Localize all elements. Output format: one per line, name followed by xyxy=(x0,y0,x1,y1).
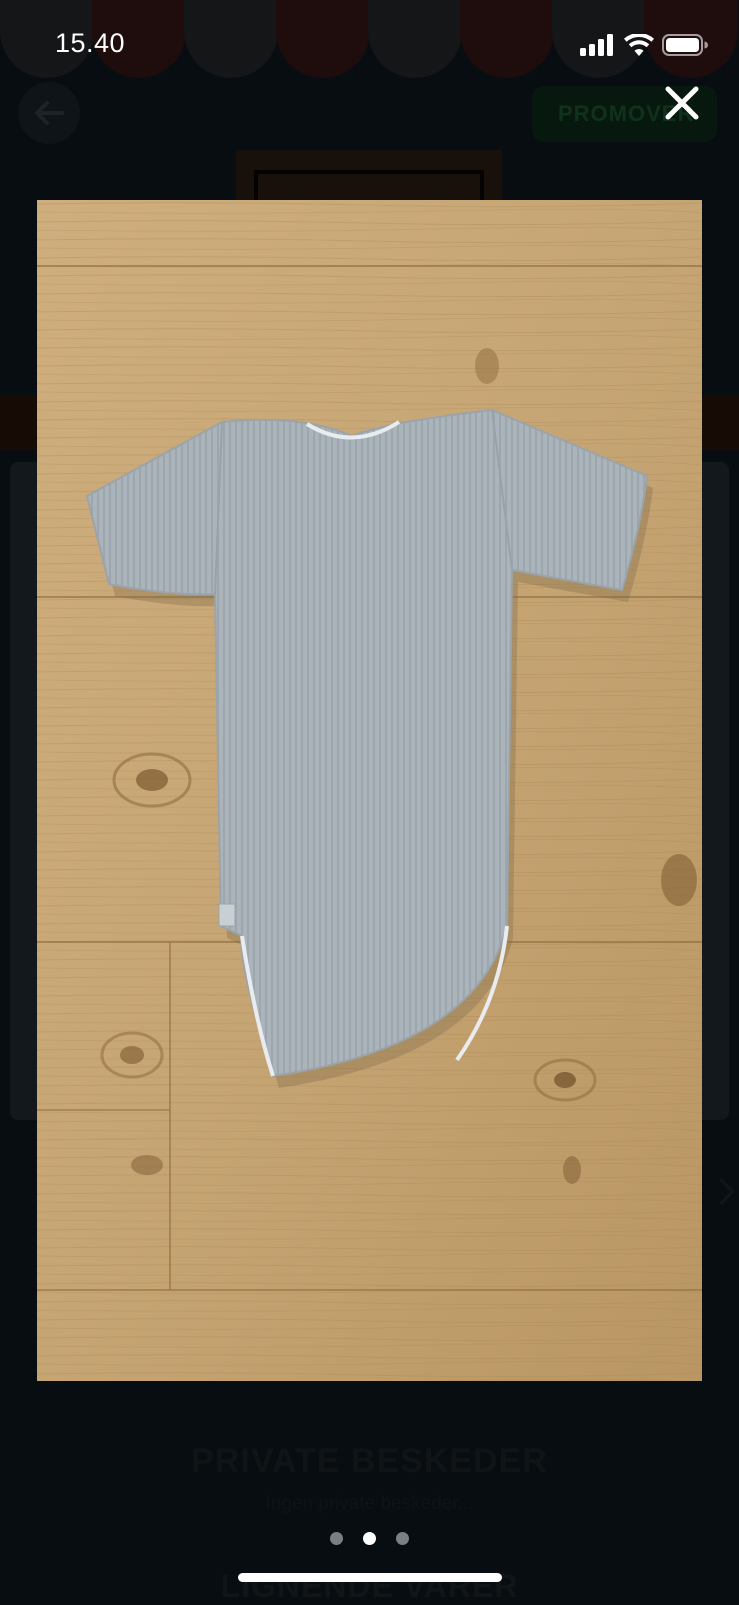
back-button[interactable] xyxy=(18,82,80,144)
private-messages-title: PRIVATE BESKEDER xyxy=(191,1442,548,1480)
close-icon xyxy=(665,86,699,120)
chevron-right-icon xyxy=(708,1178,735,1205)
close-button[interactable] xyxy=(660,81,704,125)
home-indicator[interactable] xyxy=(238,1573,502,1582)
status-time: 15.40 xyxy=(55,28,126,58)
product-photo[interactable] xyxy=(37,200,702,1381)
image-pager xyxy=(0,1532,739,1545)
pager-dot[interactable] xyxy=(330,1532,343,1545)
cellular-signal-icon xyxy=(580,34,613,56)
private-messages-empty-text: Ingen private beskeder... xyxy=(265,1493,474,1514)
arrow-left-icon xyxy=(35,101,64,125)
pager-dot[interactable] xyxy=(396,1532,409,1545)
status-icons xyxy=(580,31,708,59)
pager-dot-active[interactable] xyxy=(363,1532,376,1545)
battery-icon xyxy=(662,34,708,56)
wifi-icon xyxy=(624,34,654,56)
